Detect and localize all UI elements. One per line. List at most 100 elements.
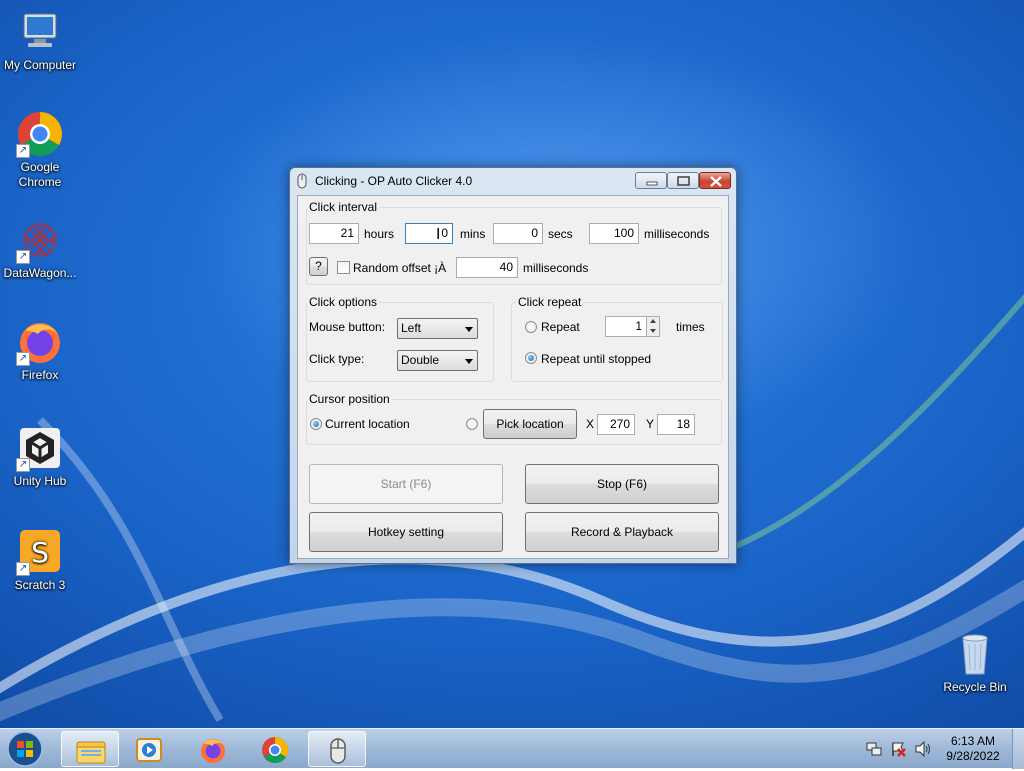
chrome-icon: ↗ [16, 110, 64, 158]
click-type-value: Double [401, 353, 440, 367]
show-desktop-button[interactable] [1012, 729, 1024, 769]
help-button[interactable]: ? [309, 257, 328, 276]
desktop-icon-label: Recycle Bin [943, 680, 1007, 694]
chrome-icon [262, 736, 289, 764]
recycle-bin-icon [951, 630, 999, 678]
op-auto-clicker-window: Clicking - OP Auto Clicker 4.0 Click int… [289, 167, 737, 564]
firefox-icon: ↗ [16, 318, 64, 366]
clock-time: 6:13 AM [950, 734, 996, 748]
secs-input[interactable]: 0 [493, 223, 543, 244]
stop-button[interactable]: Stop (F6) [525, 464, 719, 504]
cursor-position-label: Cursor position [307, 392, 392, 406]
windows-logo-icon [7, 731, 43, 767]
desktop-icon-my-computer[interactable]: My Computer [0, 8, 80, 73]
repeat-label: Repeat [541, 320, 580, 334]
repeat-until-stopped-label: Repeat until stopped [541, 352, 652, 366]
desktop-icon-label: Unity Hub [13, 474, 67, 488]
random-offset-unit-label: milliseconds [523, 261, 589, 275]
click-interval-label: Click interval [307, 200, 380, 214]
computer-icon [16, 8, 64, 56]
desktop-icon-recycle-bin[interactable]: Recycle Bin [935, 630, 1015, 695]
volume-icon[interactable] [914, 741, 932, 757]
spin-up-icon[interactable] [647, 317, 659, 326]
pick-location-button[interactable]: Pick location [483, 409, 577, 439]
taskbar-op-auto-clicker[interactable] [308, 731, 366, 767]
maximize-button[interactable] [667, 172, 699, 189]
random-offset-checkbox[interactable] [337, 261, 350, 274]
clock[interactable]: 6:13 AM 9/28/2022 [942, 734, 1004, 764]
shortcut-arrow-icon: ↗ [16, 144, 30, 158]
mouse-button-value: Left [401, 321, 422, 335]
taskbar-chrome[interactable] [246, 731, 304, 767]
repeat-count-spinner[interactable] [646, 316, 660, 337]
pick-location-radio[interactable] [466, 418, 478, 430]
window-title: Clicking - OP Auto Clicker 4.0 [315, 174, 473, 188]
click-repeat-group [511, 302, 723, 382]
repeat-count-input[interactable]: 1 [605, 316, 647, 337]
repeat-radio[interactable] [525, 321, 537, 333]
desktop-icon-label: My Computer [3, 58, 77, 72]
shortcut-arrow-icon: ↗ [16, 250, 30, 264]
mouse-button-select[interactable]: Left [397, 318, 478, 339]
chevron-down-icon [465, 359, 473, 364]
title-bar[interactable]: Clicking - OP Auto Clicker 4.0 [290, 168, 736, 194]
y-label: Y [646, 417, 655, 431]
mouse-icon [297, 173, 307, 189]
explorer-icon [76, 741, 106, 764]
unity-hub-icon: ↗ [16, 424, 64, 472]
desktop-icon-firefox[interactable]: ↗ Firefox [0, 318, 80, 383]
text-cursor-icon: Ⅰ [436, 226, 441, 243]
click-repeat-label: Click repeat [516, 295, 584, 309]
action-center-flag-icon[interactable] [890, 741, 906, 757]
spin-down-icon[interactable] [647, 326, 659, 335]
desktop-icon-label: Firefox [21, 368, 59, 382]
mouse-button-label: Mouse button: [309, 320, 386, 334]
shortcut-arrow-icon: ↗ [16, 562, 30, 576]
x-label: X [586, 417, 595, 431]
shortcut-arrow-icon: ↗ [16, 458, 30, 472]
repeat-until-stopped-radio[interactable] [525, 352, 537, 364]
taskbar-explorer[interactable] [61, 731, 119, 767]
desktop-icon-label: Google Chrome [18, 160, 62, 189]
close-button[interactable] [699, 172, 731, 189]
secs-label: secs [548, 227, 573, 241]
desktop-icon-label: DataWagon... [3, 266, 77, 280]
start-button[interactable]: Start (F6) [309, 464, 503, 504]
scratch-icon: S ↗ [16, 528, 64, 576]
desktop-icon-unity-hub[interactable]: ↗ Unity Hub [0, 424, 80, 489]
click-type-label: Click type: [309, 352, 365, 366]
desktop-icon-scratch-3[interactable]: S ↗ Scratch 3 [0, 528, 80, 593]
click-type-select[interactable]: Double [397, 350, 478, 371]
desktop-icon-datawagon[interactable]: ↗ DataWagon... [0, 216, 80, 281]
random-offset-label: Random offset ¡À [353, 261, 447, 275]
taskbar-firefox[interactable] [184, 731, 242, 767]
hotkey-setting-button[interactable]: Hotkey setting [309, 512, 503, 552]
taskbar: 6:13 AM 9/28/2022 [0, 728, 1024, 769]
hours-label: hours [364, 227, 395, 241]
desktop-icon-google-chrome[interactable]: ↗ Google Chrome [0, 110, 80, 190]
mouse-icon [330, 738, 346, 764]
current-location-radio[interactable] [310, 418, 322, 430]
chevron-down-icon [465, 327, 473, 332]
y-coordinate-input[interactable]: 18 [657, 414, 695, 435]
minimize-button[interactable] [635, 172, 667, 189]
milliseconds-input[interactable]: 100 [589, 223, 639, 244]
x-coordinate-input[interactable]: 270 [597, 414, 635, 435]
milliseconds-label: milliseconds [644, 227, 710, 241]
random-offset-input[interactable]: 40 [456, 257, 518, 278]
start-button[interactable] [4, 730, 46, 768]
desktop-icon-label: Scratch 3 [14, 578, 66, 592]
network-icon[interactable] [866, 741, 882, 757]
times-label: times [676, 320, 705, 334]
svg-text:S: S [31, 536, 49, 569]
mins-input[interactable]: 0 [405, 223, 453, 244]
clock-date: 9/28/2022 [946, 749, 1000, 763]
shortcut-arrow-icon: ↗ [16, 352, 30, 366]
firefox-icon [201, 739, 225, 763]
media-player-icon [136, 738, 162, 762]
hours-input[interactable]: 21 [309, 223, 359, 244]
mins-label: mins [460, 227, 486, 241]
taskbar-media-player[interactable] [120, 731, 178, 767]
current-location-label: Current location [325, 417, 410, 431]
record-playback-button[interactable]: Record & Playback [525, 512, 719, 552]
